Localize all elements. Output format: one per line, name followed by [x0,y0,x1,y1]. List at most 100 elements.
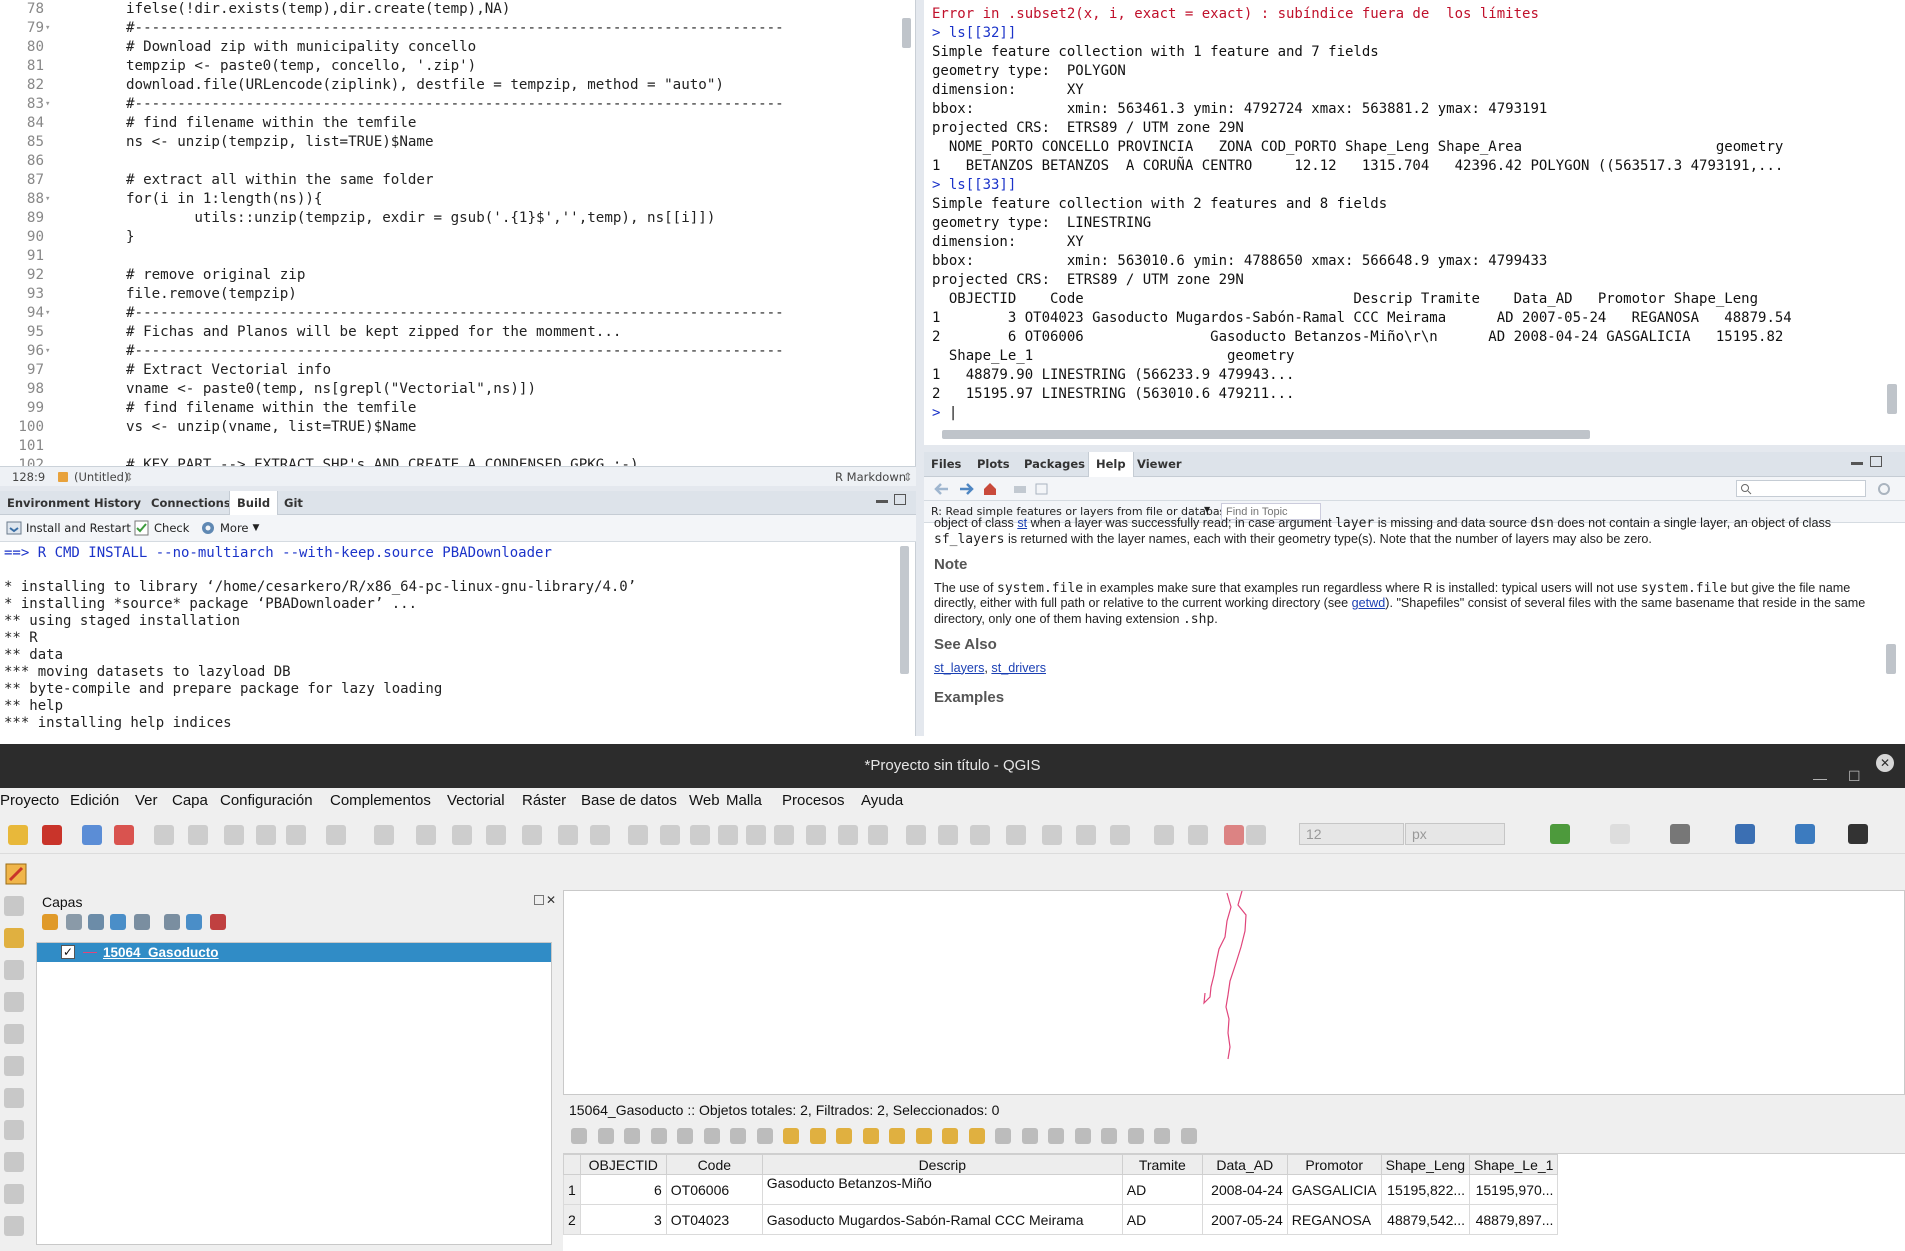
menu-proyecto[interactable]: Proyecto [0,792,59,809]
tab-connections[interactable]: Connections [144,491,238,515]
toolbar-tool-icon[interactable] [1076,825,1096,845]
file-type-chevron-icon[interactable]: ⇕ [903,470,913,484]
table-cell[interactable]: 2007-05-24 [1201,1204,1288,1235]
console-pane[interactable]: Error in .subset2(x, i, exact = exact) :… [924,0,1905,445]
attribute-tool-icon[interactable] [624,1128,640,1144]
layers-tool-icon[interactable] [42,914,58,930]
editor-line[interactable]: 84 # find filename within the temfile [0,114,900,133]
digitizing-tool-icon[interactable] [4,960,24,980]
toolbar-tool-icon[interactable] [188,825,208,845]
toolbar-tool-icon[interactable] [838,825,858,845]
toolbar-tool-icon[interactable] [154,825,174,845]
popout-icon[interactable] [1034,481,1050,497]
tab-files[interactable]: Files [924,452,968,477]
home-icon[interactable] [982,481,998,497]
editor-line[interactable]: 79 ▾ #------------------------------------… [0,19,900,38]
link-st[interactable]: st [1017,516,1027,530]
attribute-tool-icon[interactable] [650,1128,667,1144]
table-cell[interactable]: AD [1121,1174,1203,1205]
toolbar-tool-icon[interactable] [452,825,472,845]
editor-scrollbar[interactable] [902,18,911,48]
attribute-tool-icon[interactable] [730,1128,746,1144]
menu-basededatos[interactable]: Base de datos [581,792,677,809]
toolbar-tool-icon[interactable] [1735,824,1755,844]
toolbar-tool-icon[interactable] [660,825,680,845]
editor-line[interactable]: 93 file.remove(tempzip) [0,285,900,304]
attribute-tool-icon[interactable] [677,1128,693,1144]
digitizing-tool-icon[interactable] [4,1056,24,1076]
column-header[interactable]: Shape_Le_1 [1469,1154,1559,1175]
column-header[interactable]: OBJECTID [579,1154,667,1175]
column-header[interactable]: Data_AD [1201,1154,1288,1175]
toolbar-tool-icon[interactable] [1110,825,1130,845]
attribute-tool-icon[interactable] [1127,1128,1144,1144]
column-header[interactable]: Shape_Leng [1380,1154,1471,1175]
layers-tool-icon[interactable] [164,914,180,930]
digitizing-tool-icon[interactable] [4,928,24,948]
attribute-tool-icon[interactable] [756,1128,773,1144]
minimize-help-icon[interactable] [1851,462,1863,465]
toolbar-tool-icon[interactable] [938,825,958,845]
toolbar-tool-icon[interactable] [522,825,542,845]
editor-line[interactable]: 102 # KEY PART --> EXTRACT SHP's AND CREA… [0,456,900,466]
check-button[interactable]: Check [134,520,189,536]
layers-tool-icon[interactable] [88,914,104,930]
tab-viewer[interactable]: Viewer [1130,452,1189,477]
column-header[interactable]: Promotor [1286,1154,1382,1175]
toolbar-tool-icon[interactable] [326,825,346,845]
editor-line[interactable]: 95 # Fichas and Planos will be kept zippe… [0,323,900,342]
file-type-label[interactable]: R Markdown [835,470,906,484]
menu-ver[interactable]: Ver [135,792,158,809]
toolbar-tool-icon[interactable] [1042,825,1062,845]
toolbar-tool-icon[interactable] [82,825,102,845]
toolbar-tool-icon[interactable] [774,825,794,845]
attribute-tool-icon[interactable] [1180,1128,1197,1144]
toolbar-tool-icon[interactable] [8,825,28,845]
table-cell[interactable]: AD [1121,1204,1203,1235]
editor-line[interactable]: 85 ns <- unzip(tempzip, list=TRUE)$Name [0,133,900,152]
attribute-tool-icon[interactable] [703,1128,720,1144]
digitizing-tool-icon[interactable] [4,896,24,916]
close-window-icon[interactable]: ✕ [1876,754,1894,772]
digitizing-tool-icon[interactable] [4,992,24,1012]
toolbar-tool-icon[interactable] [970,825,990,845]
toolbar-tool-icon[interactable] [374,825,394,845]
toolbar-tool-icon[interactable] [906,825,926,845]
attribute-tool-icon[interactable] [968,1128,985,1144]
toolbar-tool-icon[interactable] [558,825,578,845]
editor-line[interactable]: 82 download.file(URLencode(ziplink), dest… [0,76,900,95]
menu-edicin[interactable]: Edición [70,792,119,809]
editor-line[interactable]: 89 utils::unzip(tempzip, exdir = gsub('.… [0,209,900,228]
toolbar-tool-icon[interactable] [806,825,826,845]
column-header[interactable]: Code [665,1154,763,1175]
table-cell[interactable]: 15195,822... [1380,1174,1471,1205]
pipeline-feature-betanzos-mino[interactable] [1203,892,1232,1005]
row-number[interactable]: 2 [563,1204,581,1235]
menu-rster[interactable]: Ráster [522,792,566,809]
toolbar-tool-icon[interactable] [1006,825,1026,845]
back-arrow-icon[interactable] [934,482,950,496]
editor-line[interactable]: 83 ▾ #------------------------------------… [0,95,900,114]
menu-capa[interactable]: Capa [172,792,208,809]
attribute-tool-icon[interactable] [809,1128,826,1144]
table-cell[interactable]: Gasoducto Betanzos-Miño [761,1174,1123,1205]
layer-tree[interactable]: ✓ 15064_Gasoducto [36,942,552,1245]
attribute-tool-icon[interactable] [571,1128,587,1144]
digitizing-tool-icon[interactable] [4,1120,24,1140]
digitizing-tool-icon[interactable] [4,1152,24,1172]
toolbar-tool-icon[interactable] [1188,825,1208,845]
install-restart-button[interactable]: Install and Restart [6,520,131,536]
digitizing-tool-icon[interactable] [4,1184,24,1204]
attribute-tool-icon[interactable] [942,1128,958,1144]
maximize-help-icon[interactable] [1870,456,1882,467]
tab-history[interactable]: History [87,491,148,515]
fold-chevron-icon[interactable]: ▾ [45,95,50,114]
tab-plots[interactable]: Plots [970,452,1017,477]
table-cell[interactable]: Gasoducto Mugardos-Sabón-Ramal CCC Meira… [761,1204,1123,1235]
tab-packages[interactable]: Packages [1017,452,1092,477]
help-search-input[interactable] [1736,480,1866,497]
editor-line[interactable]: 97 # Extract Vectorial info [0,361,900,380]
menu-malla[interactable]: Malla [726,792,762,809]
toolbar-tool-icon[interactable] [286,825,306,845]
refresh-icon[interactable] [1876,481,1892,497]
